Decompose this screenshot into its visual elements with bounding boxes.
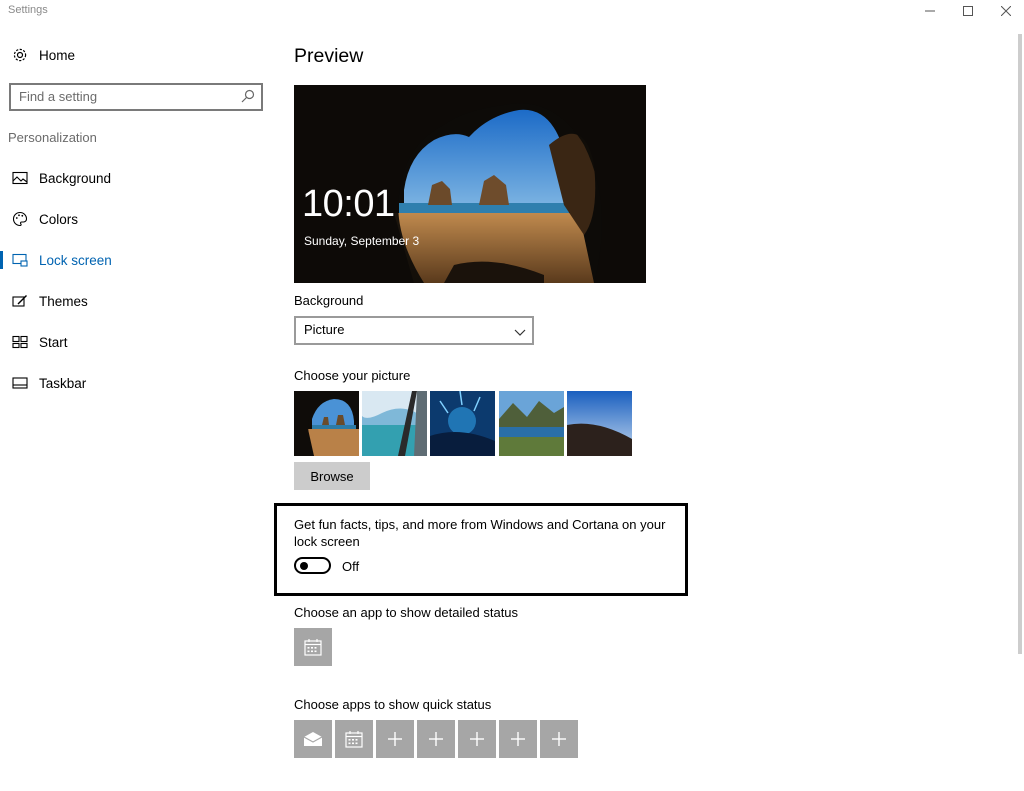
title-bar: Settings bbox=[0, 0, 1024, 24]
maximize-button[interactable] bbox=[948, 0, 988, 22]
quick-status-add-button[interactable] bbox=[499, 720, 537, 758]
picture-icon bbox=[11, 169, 29, 187]
picture-thumbnail[interactable] bbox=[294, 391, 359, 456]
palette-icon bbox=[11, 210, 29, 228]
detailed-status-label: Choose an app to show detailed status bbox=[294, 605, 519, 620]
preview-date: Sunday, September 3 bbox=[304, 234, 420, 248]
sidebar-item-background[interactable]: Background bbox=[0, 160, 272, 196]
search-box[interactable] bbox=[9, 83, 263, 111]
lock-screen-icon bbox=[11, 251, 29, 269]
picture-thumbnail[interactable] bbox=[567, 391, 632, 456]
plus-icon bbox=[388, 732, 402, 746]
quick-status-app-calendar[interactable] bbox=[335, 720, 373, 758]
preview-time: 10:01 bbox=[302, 183, 395, 225]
sidebar-item-start[interactable]: Start bbox=[0, 324, 272, 360]
section-label: Personalization bbox=[8, 130, 97, 145]
toggle-state-label: Off bbox=[342, 559, 360, 574]
calendar-icon bbox=[304, 639, 322, 656]
quick-status-label: Choose apps to show quick status bbox=[294, 697, 492, 712]
sidebar: Home Personalization Background Colors L… bbox=[0, 24, 272, 791]
sidebar-item-taskbar[interactable]: Taskbar bbox=[0, 365, 272, 401]
scrollbar-thumb[interactable] bbox=[1018, 34, 1022, 654]
lock-screen-preview: 10:01 Sunday, September 3 bbox=[294, 85, 646, 283]
quick-status-add-button[interactable] bbox=[376, 720, 414, 758]
plus-icon bbox=[470, 732, 484, 746]
minimize-button[interactable] bbox=[910, 0, 950, 22]
quick-status-add-button[interactable] bbox=[540, 720, 578, 758]
close-icon bbox=[1001, 6, 1011, 16]
window-title: Settings bbox=[8, 4, 48, 16]
toggle-knob bbox=[300, 562, 308, 570]
sidebar-item-label: Lock screen bbox=[39, 252, 112, 268]
detailed-status-app-button[interactable] bbox=[294, 628, 332, 666]
close-button[interactable] bbox=[986, 0, 1024, 22]
quick-status-add-button[interactable] bbox=[417, 720, 455, 758]
home-label: Home bbox=[39, 47, 76, 63]
plus-icon bbox=[429, 732, 443, 746]
selection-indicator bbox=[0, 251, 3, 269]
chevron-down-icon bbox=[514, 324, 526, 342]
sidebar-item-lock-screen[interactable]: Lock screen bbox=[0, 242, 272, 278]
picture-thumbnail[interactable] bbox=[362, 391, 427, 456]
sidebar-item-themes[interactable]: Themes bbox=[0, 283, 272, 319]
sidebar-item-colors[interactable]: Colors bbox=[0, 201, 272, 237]
search-input[interactable] bbox=[19, 87, 234, 105]
tips-description: Get fun facts, tips, and more from Windo… bbox=[294, 517, 666, 549]
taskbar-icon bbox=[11, 374, 29, 392]
page-title: Preview bbox=[294, 45, 364, 67]
sidebar-item-label: Taskbar bbox=[39, 375, 87, 391]
background-dropdown-value: Picture bbox=[304, 322, 345, 337]
choose-picture-label: Choose your picture bbox=[294, 368, 411, 383]
sidebar-item-label: Start bbox=[39, 334, 68, 350]
calendar-icon bbox=[345, 731, 363, 748]
plus-icon bbox=[552, 732, 566, 746]
mail-icon bbox=[303, 732, 323, 746]
maximize-icon bbox=[963, 6, 973, 16]
background-dropdown[interactable]: Picture bbox=[294, 316, 534, 345]
gear-icon bbox=[11, 46, 29, 64]
minimize-icon bbox=[925, 10, 935, 12]
picture-thumbnail[interactable] bbox=[499, 391, 564, 456]
tips-toggle[interactable] bbox=[294, 557, 331, 574]
start-icon bbox=[11, 333, 29, 351]
quick-status-app-mail[interactable] bbox=[294, 720, 332, 758]
themes-icon bbox=[11, 292, 29, 310]
sidebar-item-label: Colors bbox=[39, 211, 79, 227]
sidebar-item-label: Themes bbox=[39, 293, 88, 309]
search-icon[interactable] bbox=[241, 89, 255, 108]
sidebar-item-label: Background bbox=[39, 170, 112, 186]
background-label: Background bbox=[294, 293, 364, 308]
plus-icon bbox=[511, 732, 525, 746]
browse-button[interactable]: Browse bbox=[294, 462, 370, 490]
scrollbar[interactable] bbox=[1016, 24, 1024, 654]
quick-status-add-button[interactable] bbox=[458, 720, 496, 758]
home-nav-item[interactable]: Home bbox=[0, 37, 272, 73]
picture-thumbnail[interactable] bbox=[430, 391, 495, 456]
